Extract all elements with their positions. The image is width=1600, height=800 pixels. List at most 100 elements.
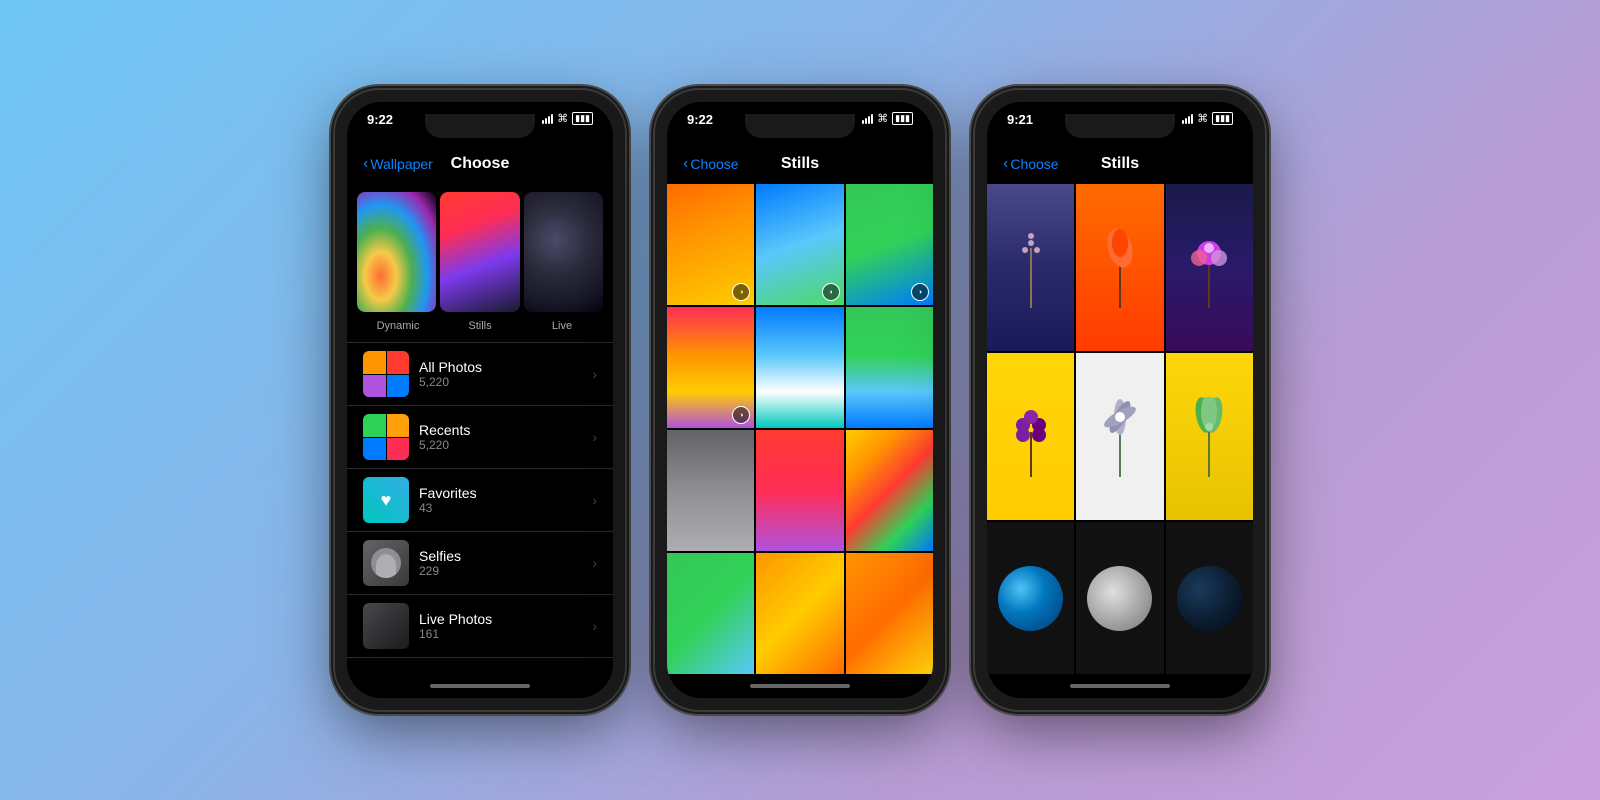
wallpaper-previews bbox=[347, 184, 613, 316]
back-label-2: Choose bbox=[690, 156, 738, 172]
status-icons-1: ⌘ ▮▮▮ bbox=[542, 112, 593, 125]
status-icons-3: ⌘ ▮▮▮ bbox=[1182, 112, 1233, 125]
still-cell-5[interactable] bbox=[756, 307, 843, 428]
signal-icon-3 bbox=[1182, 114, 1193, 124]
home-indicator-1 bbox=[347, 674, 613, 698]
flower-cell-1[interactable] bbox=[987, 184, 1074, 351]
dynamic-badge-2: ◑ bbox=[822, 283, 840, 301]
wp-label-live: Live bbox=[521, 320, 603, 332]
wp-labels: Dynamic Stills Live bbox=[347, 316, 613, 342]
wifi-icon-1: ⌘ bbox=[557, 112, 568, 125]
album-count-favorites: 43 bbox=[419, 501, 582, 515]
album-thumb-recents bbox=[363, 414, 409, 460]
flower-cell-9[interactable] bbox=[1166, 522, 1253, 674]
still-cell-3[interactable]: ◑ bbox=[846, 184, 933, 305]
still-cell-9[interactable] bbox=[846, 430, 933, 551]
chevron-left-icon-2: ‹ bbox=[683, 155, 688, 173]
iphone-1-screen: 9:22 ⌘ ▮▮▮ ‹ Wallpaper Choose bbox=[347, 102, 613, 698]
album-name-selfies: Selfies bbox=[419, 548, 582, 564]
album-info-live: Live Photos 161 bbox=[419, 611, 582, 641]
notch-3 bbox=[1065, 114, 1175, 138]
nav-title-3: Stills bbox=[1101, 155, 1139, 173]
chevron-icon-all-photos: › bbox=[592, 366, 597, 382]
iphone-2-screen: 9:22 ⌘ ▮▮▮ ‹ Choose Stills bbox=[667, 102, 933, 698]
flower-icon-5 bbox=[1095, 397, 1145, 477]
still-cell-8[interactable] bbox=[756, 430, 843, 551]
still-cell-10[interactable] bbox=[667, 553, 754, 674]
iphone-1: 9:22 ⌘ ▮▮▮ ‹ Wallpaper Choose bbox=[335, 90, 625, 710]
battery-icon-3: ▮▮▮ bbox=[1212, 112, 1233, 125]
album-thumb-all-photos bbox=[363, 351, 409, 397]
flower-cell-8[interactable] bbox=[1076, 522, 1163, 674]
album-list: All Photos 5,220 › bbox=[347, 343, 613, 674]
still-cell-2[interactable]: ◑ bbox=[756, 184, 843, 305]
phone1-content: Dynamic Stills Live bbox=[347, 184, 613, 674]
back-label-1: Wallpaper bbox=[370, 156, 433, 172]
nav-title-1: Choose bbox=[451, 155, 510, 173]
chevron-icon-selfies: › bbox=[592, 555, 597, 571]
still-cell-1[interactable]: ◑ bbox=[667, 184, 754, 305]
chevron-icon-recents: › bbox=[592, 429, 597, 445]
still-cell-11[interactable] bbox=[756, 553, 843, 674]
back-label-3: Choose bbox=[1010, 156, 1058, 172]
nav-bar-1: ‹ Wallpaper Choose bbox=[347, 144, 613, 184]
night-earth-sphere bbox=[1177, 566, 1242, 631]
still-cell-12[interactable] bbox=[846, 553, 933, 674]
iphone-3-screen: 9:21 ⌘ ▮▮▮ ‹ Choose Stills bbox=[987, 102, 1253, 698]
still-cell-6[interactable] bbox=[846, 307, 933, 428]
back-button-3[interactable]: ‹ Choose bbox=[1003, 155, 1059, 173]
iphone-3: 9:21 ⌘ ▮▮▮ ‹ Choose Stills bbox=[975, 90, 1265, 710]
stills-grid: ◑ ◑ ◑ ◑ bbox=[667, 184, 933, 674]
album-info-all-photos: All Photos 5,220 bbox=[419, 359, 582, 389]
flower-cell-5[interactable] bbox=[1076, 353, 1163, 520]
status-icons-2: ⌘ ▮▮▮ bbox=[862, 112, 913, 125]
notch-2 bbox=[745, 114, 855, 138]
iphone-2: 9:22 ⌘ ▮▮▮ ‹ Choose Stills bbox=[655, 90, 945, 710]
live-preview[interactable] bbox=[524, 192, 603, 312]
chevron-left-icon-1: ‹ bbox=[363, 155, 368, 173]
moon-sphere bbox=[1087, 566, 1152, 631]
album-info-selfies: Selfies 229 bbox=[419, 548, 582, 578]
album-info-favorites: Favorites 43 bbox=[419, 485, 582, 515]
signal-icon-1 bbox=[542, 114, 553, 124]
wifi-icon-3: ⌘ bbox=[1197, 112, 1208, 125]
album-count-selfies: 229 bbox=[419, 564, 582, 578]
battery-icon-1: ▮▮▮ bbox=[572, 112, 593, 125]
album-name-live: Live Photos bbox=[419, 611, 582, 627]
flower-icon-2 bbox=[1095, 228, 1145, 308]
album-count-all-photos: 5,220 bbox=[419, 375, 582, 389]
album-item-all-photos[interactable]: All Photos 5,220 › bbox=[347, 343, 613, 406]
wp-label-stills: Stills bbox=[439, 320, 521, 332]
dynamic-preview[interactable] bbox=[357, 192, 436, 312]
flower-cell-4[interactable] bbox=[987, 353, 1074, 520]
time-1: 9:22 bbox=[367, 112, 393, 127]
still-cell-7[interactable] bbox=[667, 430, 754, 551]
signal-icon-2 bbox=[862, 114, 873, 124]
chevron-icon-live: › bbox=[592, 618, 597, 634]
flower-icon-4 bbox=[1006, 397, 1056, 477]
back-button-2[interactable]: ‹ Choose bbox=[683, 155, 739, 173]
album-item-recents[interactable]: Recents 5,220 › bbox=[347, 406, 613, 469]
dynamic-badge-1: ◑ bbox=[732, 283, 750, 301]
album-item-selfies[interactable]: Selfies 229 › bbox=[347, 532, 613, 595]
flower-cell-7[interactable] bbox=[987, 522, 1074, 674]
dynamic-badge-4: ◑ bbox=[732, 406, 750, 424]
back-button-1[interactable]: ‹ Wallpaper bbox=[363, 155, 433, 173]
nav-bar-2: ‹ Choose Stills bbox=[667, 144, 933, 184]
still-cell-4[interactable]: ◑ bbox=[667, 307, 754, 428]
flower-cell-3[interactable] bbox=[1166, 184, 1253, 351]
flower-icon-3 bbox=[1184, 228, 1234, 308]
album-item-favorites[interactable]: ♥ Favorites 43 › bbox=[347, 469, 613, 532]
album-count-live: 161 bbox=[419, 627, 582, 641]
album-name-favorites: Favorites bbox=[419, 485, 582, 501]
flower-cell-6[interactable] bbox=[1166, 353, 1253, 520]
earth-sphere bbox=[998, 566, 1063, 631]
flower-cell-2[interactable] bbox=[1076, 184, 1163, 351]
nav-title-2: Stills bbox=[781, 155, 819, 173]
home-indicator-2 bbox=[667, 674, 933, 698]
album-name-recents: Recents bbox=[419, 422, 582, 438]
chevron-icon-favorites: › bbox=[592, 492, 597, 508]
stills-preview[interactable] bbox=[440, 192, 519, 312]
notch-1 bbox=[425, 114, 535, 138]
album-item-live-photos[interactable]: Live Photos 161 › bbox=[347, 595, 613, 658]
